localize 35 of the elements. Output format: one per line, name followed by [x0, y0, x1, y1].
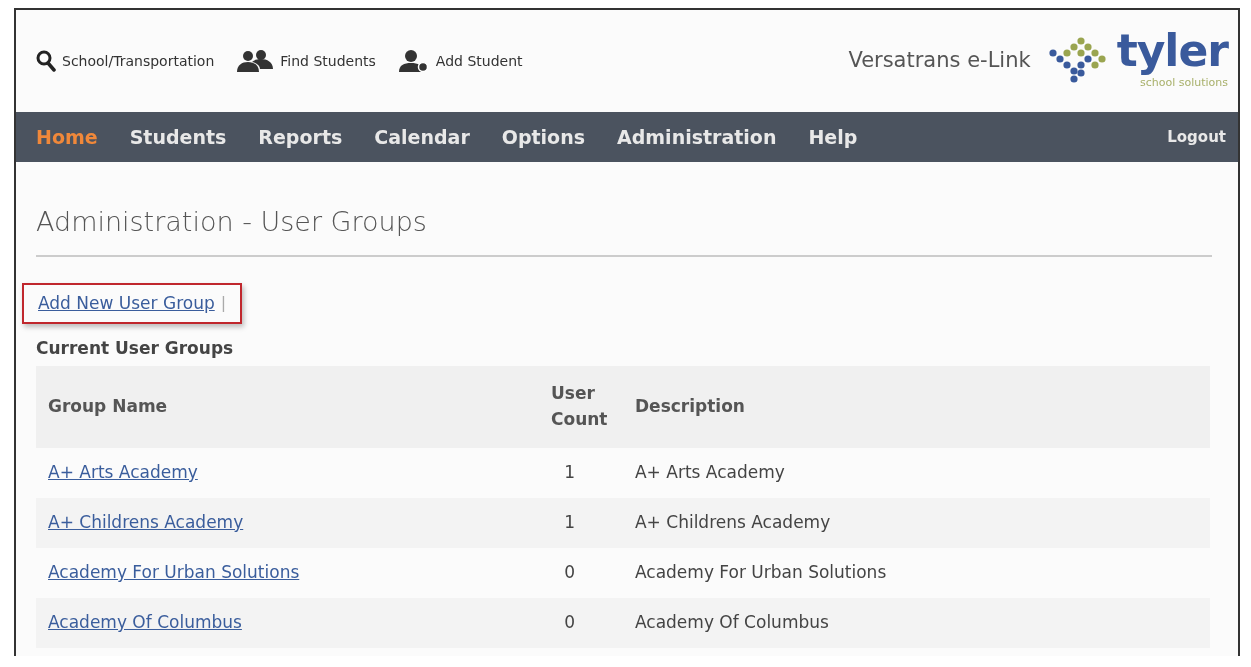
people-icon: [236, 50, 275, 72]
add-group-link[interactable]: Add New User Group: [38, 290, 215, 316]
description-text: Academy Of Columbus: [635, 611, 829, 632]
separator: |: [220, 292, 227, 315]
toolbar-link[interactable]: School/Transportation: [36, 50, 215, 72]
logout-link[interactable]: Logout: [1167, 125, 1226, 149]
description-text: Academy For Urban Solutions: [635, 561, 887, 582]
column-header: Group Name: [48, 395, 168, 416]
group-link[interactable]: Academy Of Columbus: [48, 611, 242, 632]
person-icon: [397, 50, 430, 72]
logo-tagline: school solutions: [1138, 75, 1228, 89]
nav-link[interactable]: Reports: [258, 122, 343, 152]
app-name: Versatrans e-Link: [848, 47, 1031, 75]
page-title: Administration - User Groups: [36, 202, 1212, 257]
toolbar-link[interactable]: Find Students: [236, 50, 376, 72]
nav-link[interactable]: Help: [808, 122, 858, 152]
nav-link[interactable]: Options: [501, 122, 585, 152]
nav-link[interactable]: Calendar: [374, 122, 470, 152]
section-title: Current User Groups: [36, 337, 235, 360]
nav-link[interactable]: Administration: [617, 122, 777, 152]
description-text: A+ Arts Academy: [635, 461, 785, 482]
logo-text: tyler: [1116, 27, 1228, 76]
user-count: 1: [564, 511, 575, 532]
column-header: Description: [635, 395, 745, 416]
column-header: User Count: [551, 382, 609, 431]
group-link[interactable]: Academy For Urban Solutions: [48, 561, 300, 582]
search-icon: [36, 50, 56, 72]
description-text: A+ Childrens Academy: [635, 511, 831, 532]
user-count: 1: [564, 461, 575, 482]
user-count: 0: [564, 561, 575, 582]
user-count: 0: [564, 611, 575, 632]
group-link[interactable]: A+ Childrens Academy: [48, 511, 244, 532]
toolbar-link[interactable]: Add Student: [397, 50, 523, 72]
group-link[interactable]: A+ Arts Academy: [48, 461, 198, 482]
nav-link[interactable]: Students: [129, 122, 227, 152]
